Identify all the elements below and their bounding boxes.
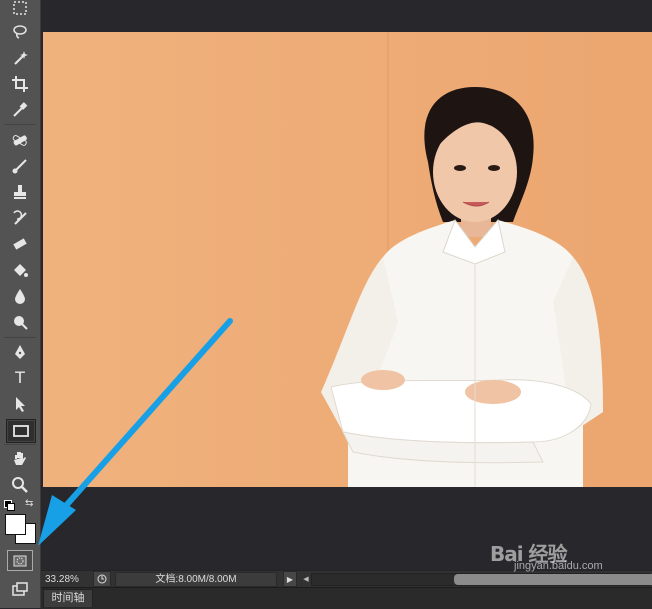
dodge-tool[interactable] xyxy=(6,311,34,333)
zoom-level[interactable]: 33.28% xyxy=(41,574,93,585)
blur-tool[interactable] xyxy=(6,285,34,307)
toolbar-divider xyxy=(4,124,36,125)
photo-woman-arms-crossed xyxy=(43,32,652,487)
crop-tool[interactable] xyxy=(6,73,34,95)
canvas-area[interactable] xyxy=(41,0,652,570)
type-icon: T xyxy=(15,368,25,387)
status-bar: 33.28% 文档:8.00M/8.00M ▶ ◀ xyxy=(41,570,652,587)
tools-panel: T ⇆ xyxy=(0,0,41,608)
eyedropper-icon xyxy=(13,102,28,117)
horizontal-scrollbar[interactable] xyxy=(311,572,652,586)
hand-icon xyxy=(14,452,26,465)
rectangular-marquee-tool[interactable] xyxy=(6,0,34,19)
scrollbar-thumb[interactable] xyxy=(454,573,652,585)
history-brush-icon xyxy=(13,210,27,225)
hand-tool[interactable] xyxy=(6,448,34,470)
zoom-icon xyxy=(12,477,28,493)
watermark-url: jingyan.baidu.com xyxy=(514,560,603,572)
pen-icon xyxy=(15,345,25,359)
path-selection-tool[interactable] xyxy=(6,393,34,415)
history-brush-tool[interactable] xyxy=(6,207,34,229)
magic-wand-icon xyxy=(14,51,28,65)
clone-stamp-tool[interactable] xyxy=(6,181,34,203)
healing-brush-icon xyxy=(12,135,27,146)
status-menu-arrow-icon[interactable]: ▶ xyxy=(283,571,297,587)
default-colors-icon[interactable] xyxy=(4,500,15,511)
status-info-button[interactable] xyxy=(93,571,111,587)
path-selection-icon xyxy=(16,397,25,412)
quick-mask-button[interactable] xyxy=(7,550,33,571)
pen-tool[interactable] xyxy=(6,341,34,363)
brush-icon xyxy=(12,159,27,174)
timeline-panel: 时间轴 xyxy=(41,587,652,609)
scroll-left-icon[interactable]: ◀ xyxy=(301,575,311,583)
magic-wand-tool[interactable] xyxy=(6,47,34,69)
document-canvas[interactable] xyxy=(43,32,652,487)
crop-icon xyxy=(12,76,28,92)
eraser-icon xyxy=(13,238,27,250)
tab-timeline[interactable]: 时间轴 xyxy=(43,589,93,607)
rectangle-shape-icon xyxy=(13,425,29,437)
paint-bucket-icon xyxy=(14,264,28,277)
toolbar-divider xyxy=(4,337,36,338)
dodge-icon xyxy=(14,316,28,330)
lasso-icon xyxy=(13,25,27,39)
document-size-info: 文档:8.00M/8.00M xyxy=(115,571,277,587)
toolbar-divider xyxy=(4,444,36,445)
screen-mode-icon xyxy=(12,582,28,596)
blur-icon xyxy=(15,289,25,304)
lasso-tool[interactable] xyxy=(6,21,34,43)
paint-bucket-tool[interactable] xyxy=(6,259,34,281)
healing-brush-tool[interactable] xyxy=(6,129,34,151)
document-info-icon xyxy=(97,574,107,584)
clone-stamp-icon xyxy=(14,185,26,199)
swap-colors-icon[interactable]: ⇆ xyxy=(25,498,33,509)
rectangular-marquee-icon xyxy=(13,1,27,15)
foreground-color-swatch[interactable] xyxy=(5,514,26,535)
type-tool[interactable]: T xyxy=(6,367,34,389)
brush-tool[interactable] xyxy=(6,155,34,177)
screen-mode-button[interactable] xyxy=(6,578,34,600)
eyedropper-tool[interactable] xyxy=(6,99,34,121)
zoom-tool[interactable] xyxy=(6,474,34,496)
quick-mask-icon xyxy=(13,555,27,566)
eraser-tool[interactable] xyxy=(6,233,34,255)
rectangle-shape-tool[interactable] xyxy=(6,419,36,443)
baidu-jingyan-watermark: Bai 经验 jingyan.baidu.com xyxy=(490,538,650,572)
